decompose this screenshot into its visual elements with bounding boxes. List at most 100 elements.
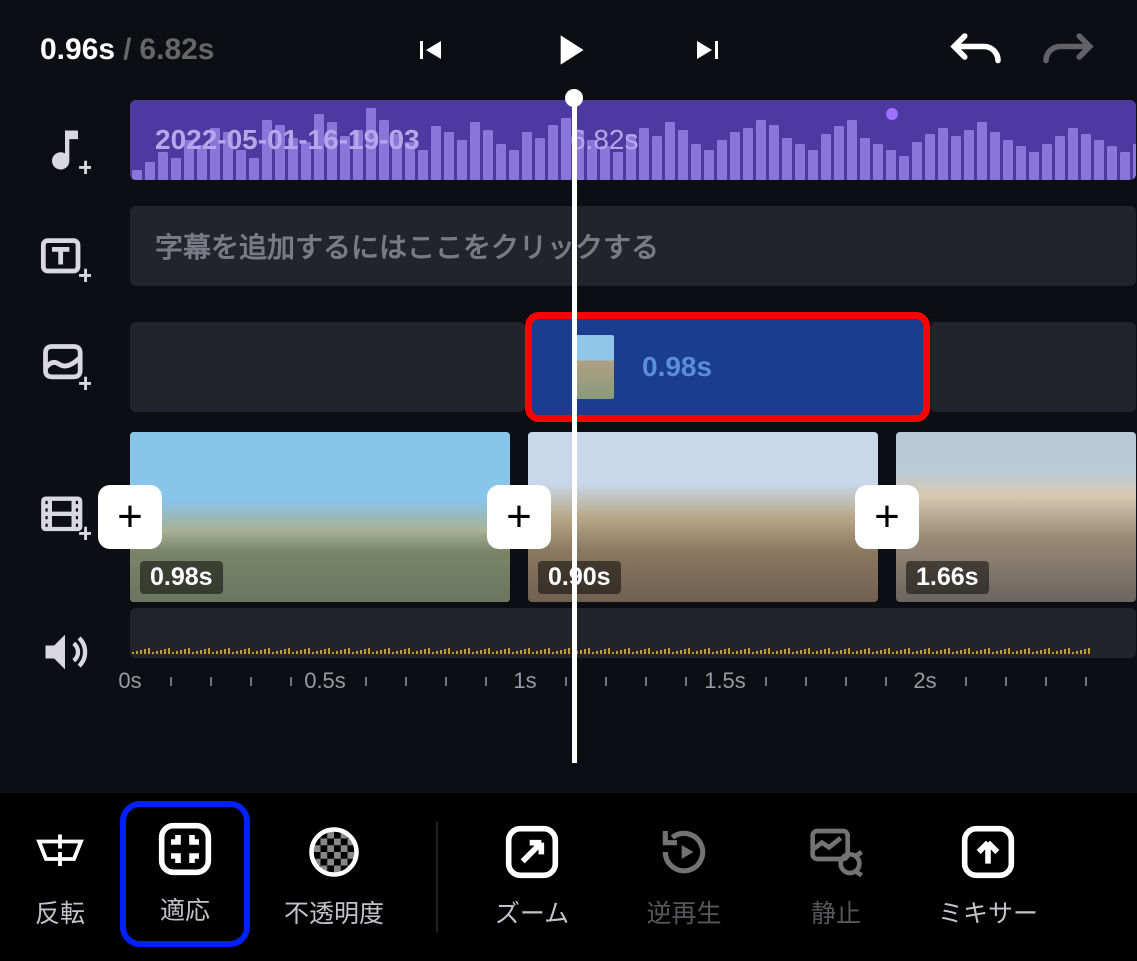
video-track: 0.98s 0.90s 1.66s + + +: [130, 432, 1136, 602]
tool-reverse[interactable]: 逆再生: [608, 824, 760, 930]
ruler-tick: [1085, 677, 1087, 686]
ruler-tick: [290, 677, 292, 686]
tool-label: 適応: [160, 891, 210, 927]
video-thumb: [320, 432, 510, 602]
tool-zoom[interactable]: ズーム: [456, 824, 608, 930]
mixer-icon: [960, 824, 1016, 880]
left-rail: + + + +: [0, 100, 130, 708]
time-display: 0.96s/6.82s: [40, 33, 215, 67]
ruler-tick: [170, 677, 172, 686]
add-music-icon[interactable]: +: [35, 120, 95, 180]
pip-thumbnail: [572, 335, 614, 399]
tool-fit[interactable]: 適応: [120, 801, 250, 947]
time-ruler: 0s0.5s1s1.5s2s: [130, 668, 1136, 708]
time-separator: /: [123, 33, 131, 66]
prev-button[interactable]: [404, 25, 454, 75]
video-clip-3[interactable]: 1.66s: [896, 432, 1136, 602]
ruler-tick: [845, 677, 847, 686]
clip-duration: 1.66s: [906, 561, 989, 594]
ruler-tick: [365, 677, 367, 686]
playback-controls: [404, 25, 734, 75]
audio-filename: 2022-05-01-16-19-03: [155, 124, 420, 156]
freeze-icon: [808, 824, 864, 880]
next-button[interactable]: [684, 25, 734, 75]
tool-label: ミキサー: [938, 894, 1038, 930]
zoom-icon: [504, 824, 560, 880]
pip-duration: 0.98s: [642, 351, 712, 383]
svg-text:+: +: [78, 152, 91, 176]
audio-track[interactable]: 2022-05-01-16-19-03 6.82s: [130, 100, 1136, 180]
ruler-tick: [1005, 677, 1007, 686]
add-video-icon[interactable]: +: [35, 486, 95, 546]
pip-clip-selected[interactable]: 0.98s: [525, 312, 930, 422]
video-thumb: [1016, 432, 1136, 602]
flip-icon: [32, 824, 88, 880]
top-bar: 0.96s/6.82s: [0, 0, 1137, 100]
time-total: 6.82s: [139, 33, 214, 66]
history-controls: [947, 20, 1097, 80]
ruler-tick: [805, 677, 807, 686]
time-current: 0.96s: [40, 33, 115, 66]
tool-label: ズーム: [495, 894, 569, 930]
ruler-tick: [1045, 677, 1047, 686]
tool-flip[interactable]: 反転: [0, 824, 120, 930]
playhead[interactable]: [572, 98, 577, 763]
svg-text:+: +: [78, 260, 91, 284]
add-text-icon[interactable]: +: [35, 228, 95, 288]
ruler-tick: [485, 677, 487, 686]
ruler-label: 1.5s: [704, 668, 746, 694]
reverse-icon: [656, 824, 712, 880]
svg-text:+: +: [78, 368, 91, 392]
ruler-tick: [445, 677, 447, 686]
svg-text:+: +: [78, 518, 91, 542]
volume-icon[interactable]: [35, 622, 95, 682]
add-clip-button[interactable]: +: [487, 485, 551, 549]
opacity-icon: [306, 824, 362, 880]
tool-label: 静止: [811, 894, 861, 930]
tool-mixer[interactable]: ミキサー: [912, 824, 1064, 930]
subtitle-placeholder: 字幕を追加するにはここをクリックする: [155, 226, 659, 266]
sound-track[interactable]: [130, 608, 1136, 658]
tool-label: 不透明度: [284, 894, 384, 930]
ruler-label: 0.5s: [304, 668, 346, 694]
video-clip-1[interactable]: 0.98s: [130, 432, 510, 602]
timeline-marker[interactable]: [886, 108, 898, 120]
bottom-toolbar: 反転 適応 不透明度 ズーム 逆再生 静止 ミキサー: [0, 793, 1137, 961]
tool-freeze[interactable]: 静止: [760, 824, 912, 930]
ruler-tick: [565, 677, 567, 686]
toolbar-divider: [436, 822, 438, 932]
subtitle-track[interactable]: 字幕を追加するにはここをクリックする: [130, 206, 1136, 286]
pip-empty-left[interactable]: [130, 322, 525, 412]
pip-track: 0.98s: [130, 312, 1136, 412]
pip-empty-right[interactable]: [930, 322, 1136, 412]
editor-area: + + + + 2022-05-01-16-19-03 6.82s 字幕を追加す…: [0, 100, 1137, 708]
clip-duration: 0.98s: [140, 561, 223, 594]
undo-button[interactable]: [947, 20, 1007, 80]
video-thumb: [703, 432, 878, 602]
tool-label: 逆再生: [646, 894, 721, 930]
ruler-tick: [965, 677, 967, 686]
redo-button[interactable]: [1037, 20, 1097, 80]
add-clip-button[interactable]: +: [98, 485, 162, 549]
audio-duration: 6.82s: [570, 124, 639, 156]
ruler-label: 1s: [513, 668, 536, 694]
clip-duration: 0.90s: [538, 561, 621, 594]
ruler-tick: [645, 677, 647, 686]
fit-icon: [157, 821, 213, 877]
ruler-tick: [405, 677, 407, 686]
tool-opacity[interactable]: 不透明度: [250, 824, 418, 930]
ruler-tick: [250, 677, 252, 686]
add-clip-button[interactable]: +: [855, 485, 919, 549]
ruler-tick: [685, 677, 687, 686]
ruler-tick: [765, 677, 767, 686]
tracks-area: 2022-05-01-16-19-03 6.82s 字幕を追加するにはここをクリ…: [130, 100, 1137, 708]
play-button[interactable]: [544, 25, 594, 75]
ruler-label: 2s: [913, 668, 936, 694]
ruler-label: 0s: [118, 668, 141, 694]
ruler-tick: [885, 677, 887, 686]
ruler-tick: [210, 677, 212, 686]
ruler-tick: [605, 677, 607, 686]
video-clip-2[interactable]: 0.90s: [528, 432, 878, 602]
add-sticker-icon[interactable]: +: [35, 336, 95, 396]
tool-label: 反転: [35, 894, 85, 930]
